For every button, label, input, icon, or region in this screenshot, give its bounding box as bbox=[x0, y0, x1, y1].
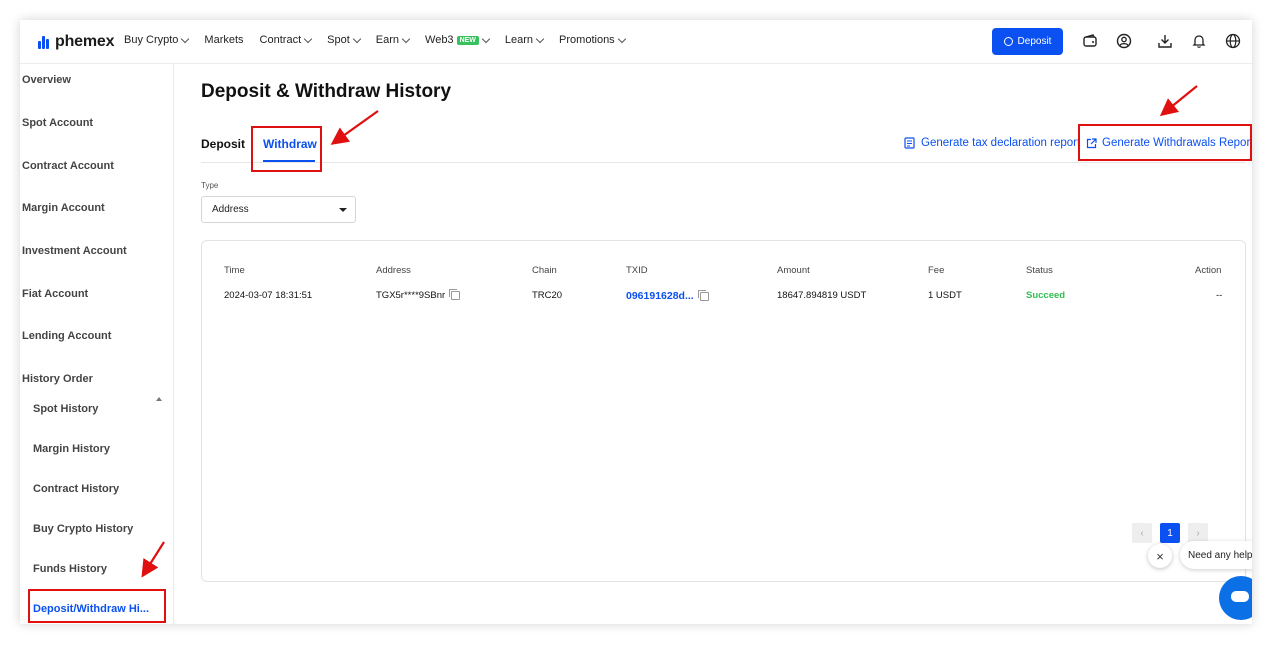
nav-buy-crypto[interactable]: Buy Crypto bbox=[124, 34, 190, 46]
bell-icon[interactable] bbox=[1191, 33, 1207, 49]
cell-chain: TRC20 bbox=[532, 290, 563, 301]
deposit-label: Deposit bbox=[1017, 36, 1052, 47]
new-badge: NEW bbox=[456, 35, 479, 45]
tax-report-link[interactable]: Generate tax declaration report bbox=[904, 137, 1080, 149]
column-header-fee: Fee bbox=[928, 265, 945, 276]
chat-icon[interactable] bbox=[1219, 576, 1252, 620]
column-header-txid: TXID bbox=[626, 265, 648, 276]
logo[interactable]: phemex bbox=[38, 32, 114, 52]
cell-fee: 1 USDT bbox=[928, 290, 962, 301]
column-header-amount: Amount bbox=[777, 265, 810, 276]
logo-text: phemex bbox=[55, 33, 115, 50]
deposit-icon bbox=[1003, 37, 1013, 46]
type-select-value: Address bbox=[212, 204, 249, 215]
sidebar-item-margin-history[interactable]: Margin History bbox=[33, 443, 110, 455]
nav-label: Earn bbox=[375, 34, 400, 46]
tax-report-label: Generate tax declaration report bbox=[921, 137, 1081, 149]
nav-label: Contract bbox=[259, 34, 302, 46]
chat-prompt[interactable]: Need any help? bbox=[1180, 541, 1252, 569]
nav-spot[interactable]: Spot bbox=[327, 34, 362, 46]
sidebar-item-fiat-account[interactable]: Fiat Account bbox=[22, 288, 88, 300]
chevron-down-icon bbox=[617, 34, 626, 43]
txid-link[interactable]: 096191628d... bbox=[626, 290, 694, 302]
column-header-status: Status bbox=[1026, 265, 1053, 276]
annotation-box-deposit-withdraw-history bbox=[28, 589, 166, 623]
annotation-box-withdraw-tab bbox=[251, 126, 322, 172]
sidebar-item-contract-history[interactable]: Contract History bbox=[33, 483, 119, 495]
nav-learn[interactable]: Learn bbox=[504, 34, 545, 46]
pagination-next-button[interactable]: › bbox=[1188, 523, 1208, 543]
chevron-down-icon bbox=[303, 34, 313, 43]
sidebar-item-history-order[interactable]: History Order bbox=[22, 373, 93, 385]
cell-time: 2024-03-07 18:31:51 bbox=[224, 290, 313, 301]
tab-deposit[interactable]: Deposit bbox=[201, 137, 245, 151]
nav-promotions[interactable]: Promotions bbox=[559, 34, 626, 46]
chevron-down-icon bbox=[181, 34, 190, 43]
tabs-divider bbox=[201, 162, 1246, 163]
nav-markets[interactable]: Markets bbox=[204, 34, 243, 46]
nav-earn[interactable]: Earn bbox=[375, 34, 411, 46]
column-header-chain: Chain bbox=[532, 265, 557, 276]
chat-close-button[interactable]: × bbox=[1148, 544, 1172, 568]
app-window: phemex Buy Crypto Markets Contract Spot … bbox=[20, 20, 1252, 624]
caret-down-icon bbox=[339, 208, 347, 212]
cell-action: -- bbox=[1216, 290, 1223, 301]
chevron-down-icon bbox=[352, 34, 362, 43]
caret-up-icon[interactable] bbox=[156, 397, 162, 401]
cell-address: TGX5r****9SBnr bbox=[376, 289, 461, 301]
document-icon bbox=[904, 137, 915, 149]
status-badge: Succeed bbox=[1026, 290, 1066, 301]
type-select[interactable]: Address bbox=[201, 196, 356, 223]
copy-icon[interactable] bbox=[449, 289, 461, 300]
nav-label: Learn bbox=[504, 34, 534, 46]
top-nav: phemex Buy Crypto Markets Contract Spot … bbox=[20, 20, 1252, 64]
wallet-icon[interactable] bbox=[1082, 33, 1098, 49]
main-menu: Buy Crypto Markets Contract Spot Earn We… bbox=[124, 34, 641, 46]
chevron-down-icon bbox=[481, 34, 491, 43]
sidebar-item-investment-account[interactable]: Investment Account bbox=[22, 245, 127, 257]
column-header-address: Address bbox=[376, 265, 411, 276]
sidebar: Overview Spot Account Contract Account M… bbox=[20, 64, 174, 624]
chevron-down-icon bbox=[535, 34, 545, 43]
nav-label: Markets bbox=[204, 34, 244, 46]
nav-web3[interactable]: Web3 NEW bbox=[425, 34, 491, 46]
annotation-box-withdrawals-report bbox=[1078, 124, 1252, 161]
page-title: Deposit & Withdraw History bbox=[201, 81, 452, 102]
sidebar-item-spot-history[interactable]: Spot History bbox=[33, 403, 98, 415]
sidebar-item-margin-account[interactable]: Margin Account bbox=[22, 202, 105, 214]
nav-label: Promotions bbox=[559, 34, 615, 46]
nav-contract[interactable]: Contract bbox=[259, 34, 313, 46]
sidebar-item-buy-crypto-history[interactable]: Buy Crypto History bbox=[33, 523, 133, 535]
cell-txid: 096191628d... bbox=[626, 289, 709, 302]
history-table-panel bbox=[201, 240, 1246, 582]
deposit-button[interactable]: Deposit bbox=[992, 28, 1063, 55]
chevron-down-icon bbox=[401, 34, 411, 43]
sidebar-item-lending-account[interactable]: Lending Account bbox=[22, 330, 111, 342]
nav-label: Spot bbox=[327, 34, 350, 46]
sidebar-item-spot-account[interactable]: Spot Account bbox=[22, 117, 93, 129]
nav-label: Web3 bbox=[425, 34, 454, 46]
user-icon[interactable] bbox=[1116, 33, 1132, 49]
type-filter-label: Type bbox=[201, 181, 219, 190]
column-header-time: Time bbox=[224, 265, 245, 276]
sidebar-item-overview[interactable]: Overview bbox=[22, 74, 71, 86]
nav-label: Buy Crypto bbox=[124, 34, 179, 46]
column-header-action: Action bbox=[1195, 265, 1222, 276]
pagination-page-1[interactable]: 1 bbox=[1160, 523, 1180, 543]
cell-amount: 18647.894819 USDT bbox=[777, 290, 867, 301]
sidebar-item-contract-account[interactable]: Contract Account bbox=[22, 160, 114, 172]
copy-icon[interactable] bbox=[697, 289, 709, 301]
sidebar-item-funds-history[interactable]: Funds History bbox=[33, 563, 107, 575]
globe-icon[interactable] bbox=[1225, 33, 1241, 49]
pagination-prev-button[interactable]: ‹ bbox=[1132, 523, 1152, 543]
address-text: TGX5r****9SBnr bbox=[376, 290, 446, 301]
download-icon[interactable] bbox=[1157, 33, 1173, 49]
logo-icon bbox=[38, 35, 52, 49]
